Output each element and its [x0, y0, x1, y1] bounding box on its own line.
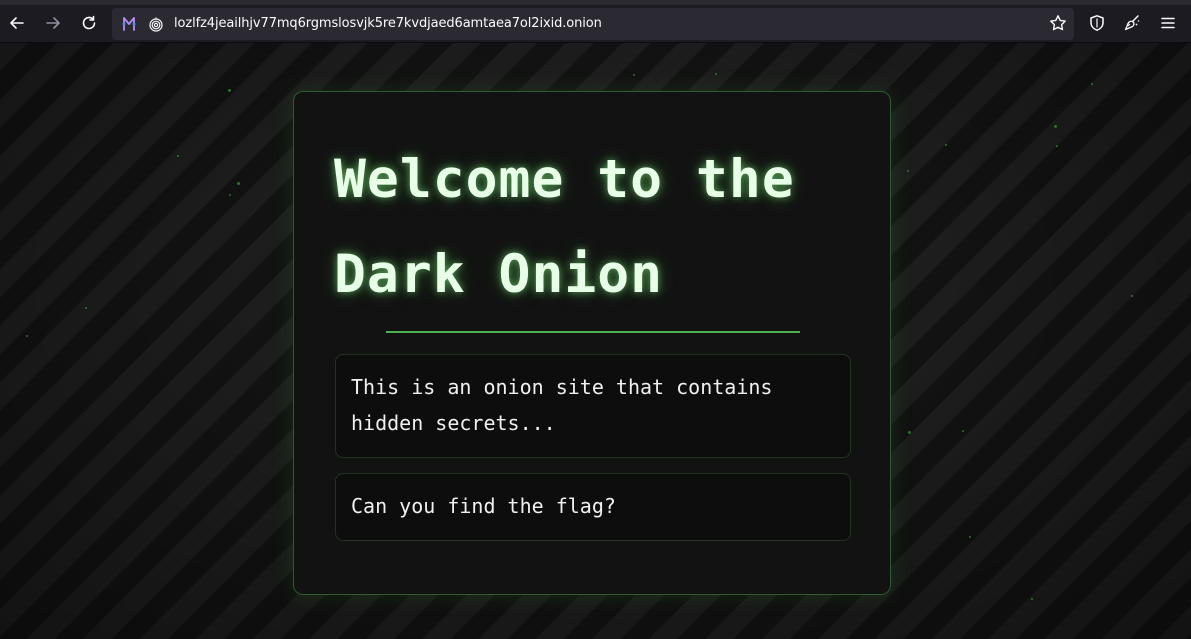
particle [962, 430, 964, 432]
back-button[interactable] [2, 8, 32, 38]
particle [237, 182, 240, 185]
app-menu-button[interactable] [1153, 8, 1183, 38]
tor-circuit-icon [122, 17, 136, 31]
particle [969, 536, 971, 538]
particle [228, 89, 231, 92]
particle [633, 74, 635, 76]
page-title: Welcome to the Dark Onion [334, 149, 795, 305]
particle [715, 73, 717, 75]
hamburger-menu-icon [1161, 17, 1175, 29]
particle [907, 170, 909, 172]
security-level-button[interactable] [1082, 8, 1112, 38]
particle [908, 431, 911, 434]
site-info-button[interactable] [141, 9, 171, 39]
back-arrow-icon [10, 17, 24, 29]
bookmark-button[interactable] [1043, 8, 1073, 38]
welcome-card: Welcome to the Dark Onion This is an oni… [293, 91, 891, 595]
particle [945, 144, 947, 146]
particle [1054, 125, 1057, 128]
page-viewport[interactable]: Welcome to the Dark Onion This is an oni… [0, 43, 1191, 639]
url-text[interactable]: lozlfz4jeailhjv77mq6rgmslosvjk5re7kvdjae… [174, 8, 602, 40]
particle [229, 194, 231, 196]
forward-arrow-icon [46, 17, 60, 29]
particle [1056, 145, 1058, 147]
broom-icon [1124, 15, 1140, 31]
forward-button[interactable] [38, 8, 68, 38]
particle [177, 155, 179, 157]
address-bar[interactable]: lozlfz4jeailhjv77mq6rgmslosvjk5re7kvdjae… [112, 8, 1074, 40]
reload-button[interactable] [74, 8, 104, 38]
star-icon [1050, 15, 1066, 31]
reload-icon [82, 15, 96, 30]
tor-circuit-button[interactable] [114, 9, 144, 39]
browser-toolbar: lozlfz4jeailhjv77mq6rgmslosvjk5re7kvdjae… [0, 5, 1191, 43]
particle [1031, 598, 1033, 600]
particle [85, 307, 87, 309]
prompt-message-box: Can you find the flag? [335, 473, 851, 541]
shield-icon [1090, 15, 1104, 31]
particle [1131, 295, 1133, 297]
intro-message-box: This is an onion site that contains hidd… [335, 354, 851, 458]
particle [1091, 83, 1093, 85]
new-identity-button[interactable] [1117, 8, 1147, 38]
onion-fingerprint-icon [149, 17, 163, 32]
particle [26, 335, 28, 337]
title-divider [386, 331, 800, 333]
